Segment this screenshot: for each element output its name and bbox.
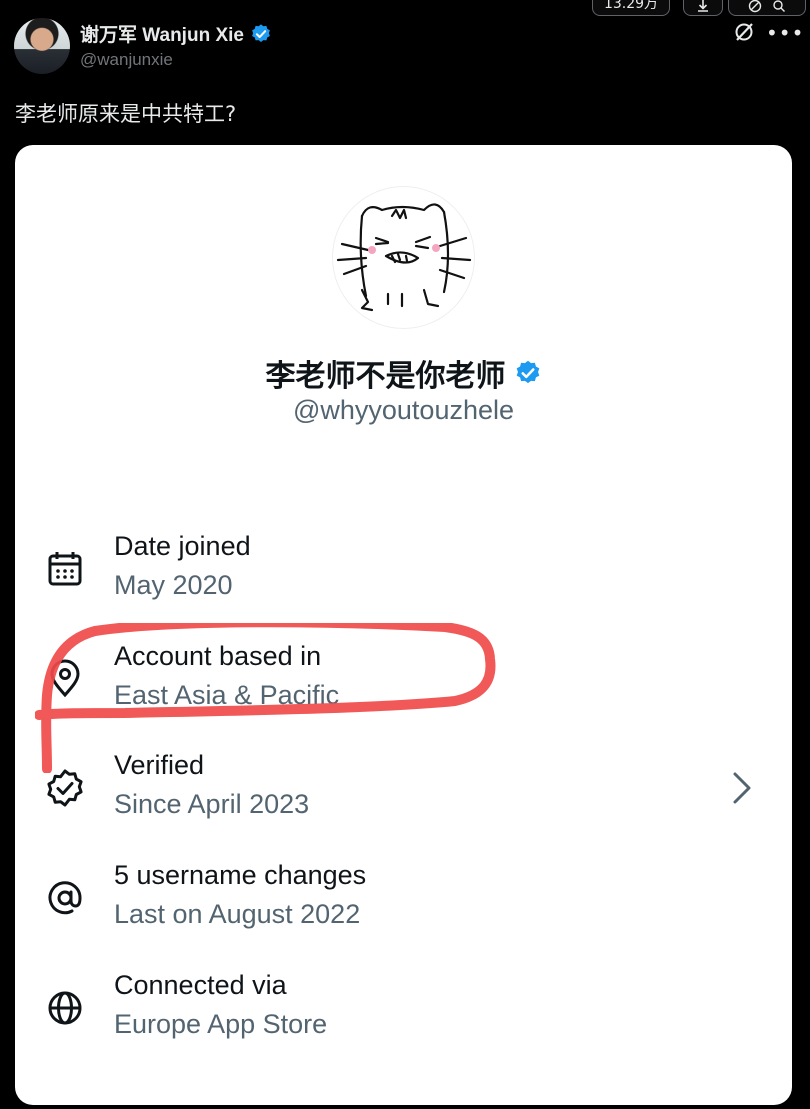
- top-toolbar: 13.29万: [590, 0, 810, 18]
- view-count-label: 13.29万: [603, 0, 659, 12]
- verified-check-icon: [47, 769, 83, 807]
- download-icon: [698, 0, 708, 12]
- row-title: Verified: [114, 750, 205, 780]
- info-row-date-joined: Date joined May 2020: [15, 531, 792, 611]
- author-name-row[interactable]: 谢万军 Wanjun Xie: [80, 20, 272, 47]
- edit-icon[interactable]: [748, 0, 762, 13]
- info-row-connected-via: Connected via Europe App Store: [15, 970, 792, 1050]
- cat-drawing-icon: [336, 203, 472, 312]
- row-title: Connected via: [114, 970, 287, 1000]
- tweet-text: 李老师原来是中共特工?: [15, 102, 237, 126]
- author-display-name[interactable]: 谢万军 Wanjun Xie: [80, 20, 244, 47]
- grok-icon[interactable]: [733, 21, 755, 43]
- row-subtitle: Last on August 2022: [114, 899, 361, 929]
- more-dots-icon[interactable]: •••: [766, 22, 803, 44]
- profile-name-row: 李老师不是你老师: [15, 351, 792, 395]
- row-subtitle: Since April 2023: [114, 789, 310, 819]
- info-row-username-changes: 5 username changes Last on August 2022: [15, 860, 792, 940]
- chevron-right-icon[interactable]: [730, 770, 754, 806]
- profile-handle: @whyyoutouzhele: [292, 395, 515, 425]
- more-actions-pill[interactable]: [728, 0, 806, 16]
- cat-drawing-avatar: [332, 186, 475, 329]
- location-pin-icon: [50, 659, 80, 698]
- view-count: 13.29万: [592, 0, 670, 16]
- verified-badge-icon: [252, 23, 270, 42]
- row-subtitle: May 2020: [114, 570, 233, 600]
- profile-display-name: 李老师不是你老师: [265, 359, 506, 394]
- author-handle[interactable]: @wanjunxie: [80, 50, 173, 70]
- attached-screenshot[interactable]: 李老师不是你老师 @whyyoutouzhele Date joined May…: [15, 145, 792, 1105]
- row-title: Account based in: [114, 641, 322, 671]
- download-button[interactable]: [683, 0, 723, 16]
- calendar-icon: [48, 552, 82, 586]
- row-subtitle: Europe App Store: [114, 1009, 328, 1039]
- search-icon[interactable]: [772, 0, 786, 13]
- row-title: 5 username changes: [114, 860, 367, 890]
- at-sign-icon: [48, 881, 82, 915]
- author-avatar[interactable]: [14, 18, 70, 74]
- info-row-account-based-in: Account based in East Asia & Pacific: [15, 641, 792, 721]
- row-title: Date joined: [114, 531, 251, 561]
- globe-icon: [48, 991, 82, 1025]
- profile-verified-badge-icon: [516, 360, 539, 384]
- row-subtitle: East Asia & Pacific: [114, 680, 340, 710]
- info-row-verified[interactable]: Verified Since April 2023: [15, 750, 792, 830]
